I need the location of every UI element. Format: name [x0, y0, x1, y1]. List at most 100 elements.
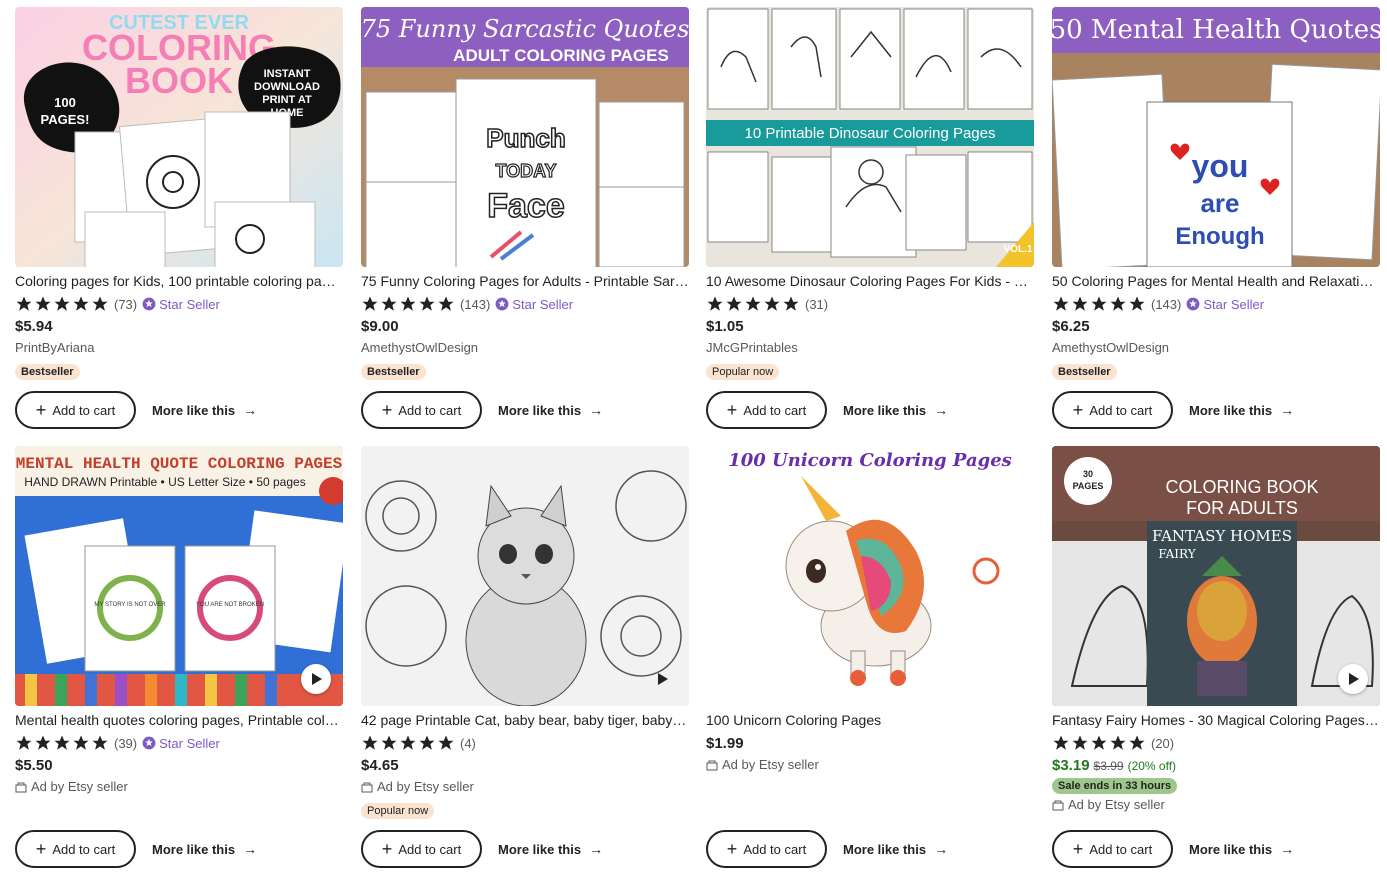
ad-by-seller: Ad by Etsy seller	[15, 777, 343, 797]
ad-by-seller: Ad by Etsy seller	[706, 755, 1034, 775]
listing-image[interactable]: 50 Mental Health Quotes you are Enough	[1052, 7, 1380, 267]
more-like-this-link[interactable]: More like this →	[843, 841, 948, 857]
star-seller-label: Star Seller	[1203, 296, 1265, 312]
arrow-right-icon: →	[243, 841, 258, 857]
more-like-this-link[interactable]: More like this →	[1189, 841, 1294, 857]
shop-name[interactable]: JMcGPrintables	[706, 338, 1034, 358]
svg-text:DOWNLOAD: DOWNLOAD	[254, 81, 320, 93]
listing-price: $4.65	[361, 757, 399, 774]
arrow-right-icon: →	[243, 402, 258, 418]
listing-card[interactable]: MENTAL HEALTH QUOTE COLORING PAGES HAND …	[15, 446, 343, 868]
listing-card[interactable]: 50 Mental Health Quotes you are Enough 5…	[1052, 7, 1380, 429]
add-to-cart-button[interactable]: + Add to cart	[1052, 391, 1173, 429]
shop-name[interactable]: AmethystOwlDesign	[1052, 338, 1380, 358]
add-to-cart-button[interactable]: + Add to cart	[15, 830, 136, 868]
listing-title[interactable]: 100 Unicorn Coloring Pages	[706, 712, 1034, 729]
more-like-this-link[interactable]: More like this →	[498, 841, 603, 857]
sale-price: $3.19	[1052, 757, 1090, 774]
listing-card[interactable]: CUTEST EVER COLORING BOOK 100 PAGES! INS…	[15, 7, 343, 429]
cover-art: CUTEST EVER COLORING BOOK 100 PAGES! INS…	[15, 7, 343, 267]
rating-stars	[1052, 295, 1146, 313]
star-icon	[783, 296, 799, 311]
popular-now-badge: Popular now	[361, 803, 435, 819]
rating: (39) Star Seller	[15, 732, 343, 754]
rating-count: (31)	[805, 296, 829, 312]
listing-title[interactable]: 50 Coloring Pages for Mental Health and …	[1052, 273, 1380, 290]
more-like-this-link[interactable]: More like this →	[498, 402, 603, 418]
star-icon	[73, 296, 89, 311]
plus-icon: +	[726, 839, 738, 859]
listing-card[interactable]: 10 Printable Dinosaur Coloring Pages VOL…	[706, 7, 1034, 429]
listing-title[interactable]: 42 page Printable Cat, baby bear, baby t…	[361, 712, 689, 729]
listing-image[interactable]: CUTEST EVER COLORING BOOK 100 PAGES! INS…	[15, 7, 343, 267]
listing-image[interactable]: 10 Printable Dinosaur Coloring Pages VOL…	[706, 7, 1034, 267]
plus-icon: +	[726, 400, 738, 420]
svg-text:Punch: Punch	[486, 123, 565, 153]
star-icon	[1129, 296, 1145, 311]
listing-title[interactable]: 75 Funny Coloring Pages for Adults - Pri…	[361, 273, 689, 290]
star-icon	[438, 296, 454, 311]
cover-art: 100 Unicorn Coloring Pages	[706, 446, 1034, 706]
listing-image[interactable]	[361, 446, 689, 706]
cover-art	[361, 446, 689, 706]
listing-title[interactable]: Fantasy Fairy Homes - 30 Magical Colorin…	[1052, 712, 1380, 729]
svg-text:HAND DRAWN Printable • US Lett: HAND DRAWN Printable • US Letter Size • …	[24, 475, 305, 489]
plus-icon: +	[1072, 400, 1084, 420]
svg-text:MY STORY IS NOT OVER: MY STORY IS NOT OVER	[94, 602, 166, 608]
listing-price: $6.25	[1052, 318, 1090, 335]
listing-image[interactable]: 100 Unicorn Coloring Pages	[706, 446, 1034, 706]
listing-card[interactable]: 30 PAGES COLORING BOOK FOR ADULTS FANTAS…	[1052, 446, 1380, 868]
cover-art: 10 Printable Dinosaur Coloring Pages VOL…	[706, 7, 1034, 267]
listing-image[interactable]: MENTAL HEALTH QUOTE COLORING PAGES HAND …	[15, 446, 343, 706]
star-icon	[726, 296, 742, 311]
listing-card[interactable]: 100 Unicorn Coloring Pages 100 Unicorn C…	[706, 446, 1034, 868]
svg-text:INSTANT: INSTANT	[264, 68, 311, 80]
shop-name[interactable]: AmethystOwlDesign	[361, 338, 689, 358]
listing-image[interactable]: 30 PAGES COLORING BOOK FOR ADULTS FANTAS…	[1052, 446, 1380, 706]
add-to-cart-button[interactable]: + Add to cart	[1052, 830, 1173, 868]
listing-price: $1.99	[706, 735, 744, 752]
rating: (143) Star Seller	[1052, 293, 1380, 315]
arrow-right-icon: →	[1280, 402, 1295, 418]
bestseller-badge: Bestseller	[1052, 364, 1117, 380]
more-like-this-link[interactable]: More like this →	[1189, 402, 1294, 418]
listing-title[interactable]: Coloring pages for Kids, 100 printable c…	[15, 273, 343, 290]
shop-name[interactable]: PrintByAriana	[15, 338, 343, 358]
star-icon	[92, 296, 108, 311]
cover-art: 30 PAGES COLORING BOOK FOR ADULTS FANTAS…	[1052, 446, 1380, 706]
listing-card[interactable]: 42 page Printable Cat, baby bear, baby t…	[361, 446, 689, 868]
star-seller-icon	[495, 297, 509, 311]
star-icon	[745, 296, 761, 311]
rating-stars	[1052, 734, 1146, 752]
card-actions: + Add to cart More like this →	[15, 391, 257, 429]
star-icon	[419, 735, 435, 750]
card-actions: + Add to cart More like this →	[706, 830, 948, 868]
listing-image[interactable]: 75 Funny Sarcastic Quotes ADULT COLORING…	[361, 7, 689, 267]
add-to-cart-button[interactable]: + Add to cart	[706, 391, 827, 429]
more-like-this-link[interactable]: More like this →	[152, 841, 257, 857]
star-icon	[54, 296, 70, 311]
add-to-cart-button[interactable]: + Add to cart	[706, 830, 827, 868]
more-like-this-link[interactable]: More like this →	[152, 402, 257, 418]
listing-price: $5.50	[15, 757, 53, 774]
play-video-button[interactable]	[647, 664, 677, 694]
add-to-cart-button[interactable]: + Add to cart	[361, 830, 482, 868]
listing-title[interactable]: 10 Awesome Dinosaur Coloring Pages For K…	[706, 273, 1034, 290]
rating-stars	[706, 295, 800, 313]
listing-price: $5.94	[15, 318, 53, 335]
listing-title[interactable]: Mental health quotes coloring pages, Pri…	[15, 712, 343, 729]
add-to-cart-button[interactable]: + Add to cart	[15, 391, 136, 429]
card-actions: + Add to cart More like this →	[1052, 391, 1294, 429]
add-to-cart-button[interactable]: + Add to cart	[361, 391, 482, 429]
svg-text:50 Mental Health Quotes: 50 Mental Health Quotes	[1052, 15, 1380, 45]
bestseller-badge: Bestseller	[15, 364, 80, 380]
svg-text:100: 100	[54, 95, 76, 110]
star-icon	[707, 296, 723, 311]
more-like-this-link[interactable]: More like this →	[843, 402, 948, 418]
plus-icon: +	[35, 839, 47, 859]
play-video-button[interactable]	[301, 664, 331, 694]
listing-card[interactable]: 75 Funny Sarcastic Quotes ADULT COLORING…	[361, 7, 689, 429]
svg-text:PAGES!: PAGES!	[41, 112, 90, 127]
play-video-button[interactable]	[1338, 664, 1368, 694]
star-seller-icon	[1186, 297, 1200, 311]
